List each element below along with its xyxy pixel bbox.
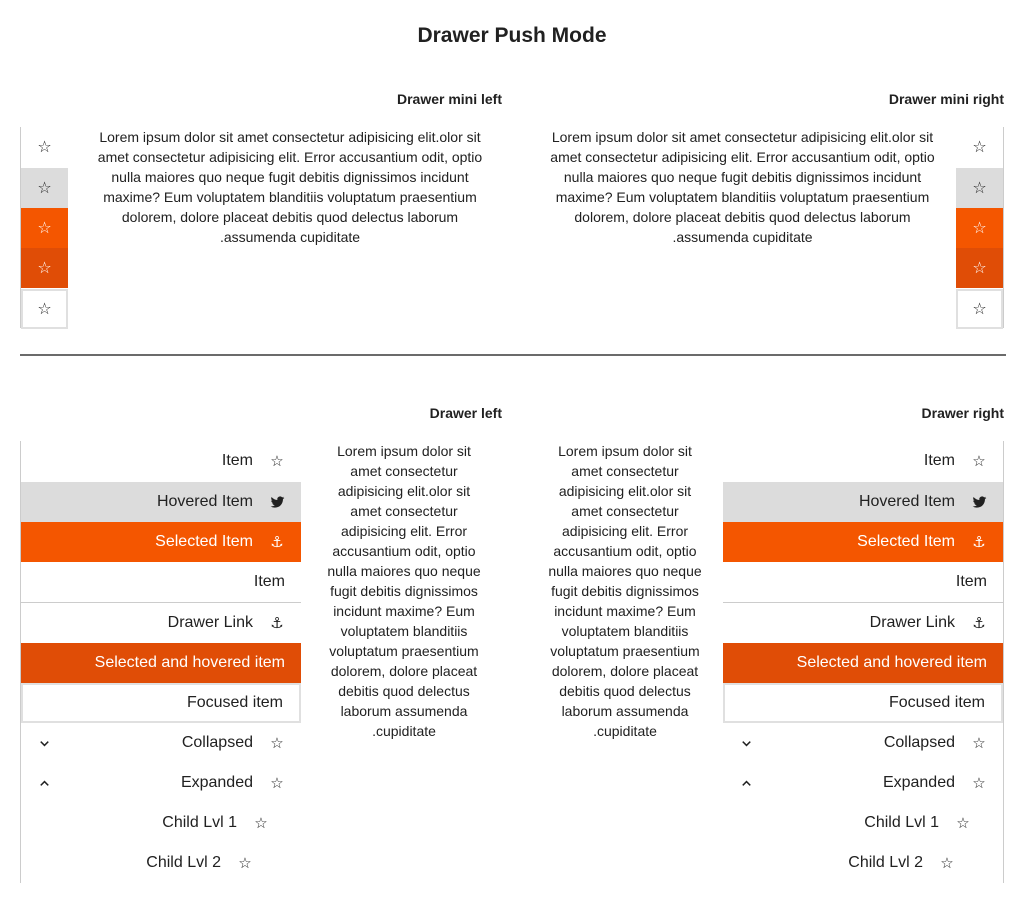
drawer-item-focused[interactable]: Focused item <box>723 683 1003 723</box>
anchor-icon: ⚓ <box>972 534 986 551</box>
chevron-down-icon <box>739 736 754 751</box>
drawer-child-lvl2[interactable]: ☆ Child Lvl 2 <box>723 843 1003 883</box>
drawer-item-expanded[interactable]: ☆ Expanded <box>723 763 1003 803</box>
drawer-child-lvl1[interactable]: ☆ Child Lvl 1 <box>723 803 1003 843</box>
drawer-item-collapsed[interactable]: ☆ Collapsed <box>723 723 1003 763</box>
drawer-item-selected-hovered[interactable]: Selected and hovered item <box>21 643 301 683</box>
drawer-link[interactable]: ⚓ Drawer Link <box>21 603 301 643</box>
star-icon: ☆ <box>972 775 986 792</box>
drawer-child-lvl2[interactable]: ☆ Child Lvl 2 <box>21 843 301 883</box>
mini-item-focused[interactable]: ☆ <box>956 289 1003 329</box>
chevron-up-icon <box>37 776 52 791</box>
star-icon: ☆ <box>270 735 284 752</box>
drawer-left: ☆ Item Hovered Item ⚓ Selected Item Item… <box>20 441 301 883</box>
star-icon: ☆ <box>940 855 954 872</box>
mini-item-selected[interactable]: ☆ <box>21 208 68 248</box>
anchor-icon: ⚓ <box>270 615 284 632</box>
star-icon: ☆ <box>972 260 987 277</box>
content-text-mini-left: Lorem ipsum dolor sit amet consectetur a… <box>97 129 483 245</box>
mini-drawer-right: ☆ ☆ ☆ ☆ ☆ <box>956 127 1004 329</box>
drawer-item[interactable]: Item <box>21 562 301 603</box>
section-divider <box>20 354 1006 356</box>
page-title: Drawer Push Mode <box>417 24 607 47</box>
chevron-down-icon <box>37 736 52 751</box>
drawer-item-hovered[interactable]: Hovered Item <box>21 482 301 522</box>
mini-item-normal[interactable]: ☆ <box>21 127 68 167</box>
anchor-icon: ⚓ <box>972 615 986 632</box>
drawer-item-expanded[interactable]: ☆ Expanded <box>21 763 301 803</box>
star-icon: ☆ <box>972 735 986 752</box>
star-icon: ☆ <box>972 220 987 237</box>
drawer-item-selected[interactable]: ⚓ Selected Item <box>723 522 1003 562</box>
mini-item-hovered[interactable]: ☆ <box>956 168 1003 208</box>
drawer-item[interactable]: Item <box>723 562 1003 603</box>
heading-drawer-mini-right: Drawer mini right <box>888 91 1004 107</box>
drawer-item-focused[interactable]: Focused item <box>21 683 301 723</box>
star-icon: ☆ <box>972 180 987 197</box>
star-icon: ☆ <box>37 260 52 277</box>
anchor-icon: ⚓ <box>270 534 284 551</box>
star-icon: ☆ <box>37 139 52 156</box>
mini-drawer-left: ☆ ☆ ☆ ☆ ☆ <box>20 127 68 329</box>
drawer-item-collapsed[interactable]: ☆ Collapsed <box>21 723 301 763</box>
twitter-icon <box>269 495 285 510</box>
content-text-drawer-left: Lorem ipsum dolor sit amet consectetur a… <box>327 443 481 739</box>
star-icon: ☆ <box>270 453 284 470</box>
mini-item-selected-hovered[interactable]: ☆ <box>21 248 68 288</box>
mini-item-selected[interactable]: ☆ <box>956 208 1003 248</box>
drawer-item-hovered[interactable]: Hovered Item <box>723 482 1003 522</box>
heading-drawer-right: Drawer right <box>921 405 1004 421</box>
drawer-item[interactable]: ☆ Item <box>21 441 301 481</box>
star-icon: ☆ <box>37 301 52 318</box>
drawer-child-lvl1[interactable]: ☆ Child Lvl 1 <box>21 803 301 843</box>
star-icon: ☆ <box>270 775 284 792</box>
drawer-item-selected[interactable]: ⚓ Selected Item <box>21 522 301 562</box>
star-icon: ☆ <box>238 855 252 872</box>
star-icon: ☆ <box>37 220 52 237</box>
drawer-link[interactable]: ⚓ Drawer Link <box>723 603 1003 643</box>
heading-drawer-mini-left: Drawer mini left <box>396 91 502 107</box>
star-icon: ☆ <box>972 453 986 470</box>
content-text-drawer-right: Lorem ipsum dolor sit amet consectetur a… <box>548 443 702 739</box>
twitter-icon <box>971 495 987 510</box>
star-icon: ☆ <box>972 301 987 318</box>
mini-item-selected-hovered[interactable]: ☆ <box>956 248 1003 288</box>
mini-item-focused[interactable]: ☆ <box>21 289 68 329</box>
star-icon: ☆ <box>254 815 268 832</box>
drawer-item-selected-hovered[interactable]: Selected and hovered item <box>723 643 1003 683</box>
mini-item-normal[interactable]: ☆ <box>956 127 1003 167</box>
heading-drawer-left: Drawer left <box>429 405 502 421</box>
drawer-right: ☆ Item Hovered Item ⚓ Selected Item Item… <box>723 441 1004 883</box>
content-text-mini-right: Lorem ipsum dolor sit amet consectetur a… <box>550 129 935 245</box>
chevron-up-icon <box>739 776 754 791</box>
star-icon: ☆ <box>37 180 52 197</box>
mini-item-hovered[interactable]: ☆ <box>21 168 68 208</box>
star-icon: ☆ <box>972 139 987 156</box>
star-icon: ☆ <box>956 815 970 832</box>
drawer-item[interactable]: ☆ Item <box>723 441 1003 481</box>
